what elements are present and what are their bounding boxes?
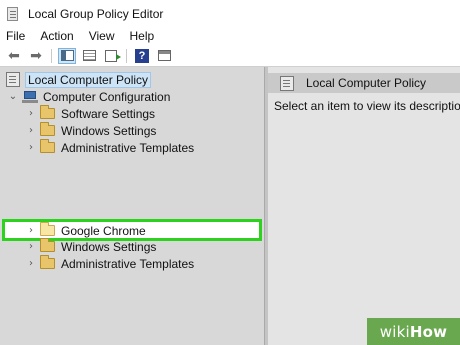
toolbar-separator xyxy=(126,48,127,63)
export-list-button[interactable] xyxy=(102,48,121,64)
toolbar: ⬅ ➡ ? xyxy=(0,45,460,67)
folder-icon xyxy=(40,222,55,236)
tree-item-local-computer-policy[interactable]: Local Computer Policy xyxy=(6,71,152,88)
folder-icon xyxy=(40,255,55,269)
help-button[interactable]: ? xyxy=(133,48,151,64)
tree-item-label: Windows Settings xyxy=(61,123,157,138)
back-button[interactable]: ⬅ xyxy=(5,48,23,64)
chevron-right-icon[interactable]: › xyxy=(26,258,36,269)
policy-icon xyxy=(6,72,20,87)
menu-action[interactable]: Action xyxy=(40,29,73,43)
console-tree-icon xyxy=(82,50,96,61)
tree-item-software-settings[interactable]: › Software Settings xyxy=(26,105,155,122)
tree-item-label: Google Chrome xyxy=(61,223,146,238)
menu-bar: File Action View Help xyxy=(0,27,460,45)
tree-item-administrative-templates[interactable]: › Administrative Templates xyxy=(26,139,194,156)
tree-item-administrative-templates[interactable]: › Administrative Templates xyxy=(26,255,194,272)
toolbar-separator xyxy=(51,48,52,63)
menu-view[interactable]: View xyxy=(89,29,115,43)
policy-editor-app-icon xyxy=(6,6,20,21)
chevron-down-icon[interactable]: ⌄ xyxy=(8,91,18,102)
details-header-title: Local Computer Policy xyxy=(306,76,427,90)
folder-icon xyxy=(40,238,55,252)
properties-icon xyxy=(157,50,171,61)
help-icon: ? xyxy=(135,48,149,63)
tree-item-label: Computer Configuration xyxy=(43,89,171,104)
watermark-wiki: wiki xyxy=(379,322,410,341)
chevron-right-icon[interactable]: › xyxy=(26,241,36,252)
menu-file[interactable]: File xyxy=(6,29,25,43)
details-pane: Local Computer Policy Select an item to … xyxy=(268,67,460,345)
chevron-right-icon[interactable]: › xyxy=(26,225,36,236)
properties-button[interactable] xyxy=(155,48,173,64)
policy-icon xyxy=(280,75,294,91)
computer-icon xyxy=(22,90,38,103)
tree-item-computer-configuration[interactable]: ⌄ Computer Configuration xyxy=(8,88,171,105)
export-list-icon xyxy=(105,49,121,62)
show-hide-tree-button[interactable] xyxy=(58,47,76,64)
tree-item-label: Local Computer Policy xyxy=(25,71,152,88)
console-tree-pane: Local Computer Policy ⌄ Computer Configu… xyxy=(0,67,264,345)
forward-arrow-icon: ➡ xyxy=(30,47,42,64)
wikihow-watermark: wiki How xyxy=(367,318,460,345)
folder-icon xyxy=(40,139,55,153)
chevron-right-icon[interactable]: › xyxy=(26,125,36,136)
details-header: Local Computer Policy xyxy=(268,73,460,93)
menu-help[interactable]: Help xyxy=(130,29,155,43)
folder-icon xyxy=(40,105,55,119)
tree-item-label: Software Settings xyxy=(61,106,156,121)
chevron-right-icon[interactable]: › xyxy=(26,108,36,119)
details-description: Select an item to view its description xyxy=(274,99,460,113)
show-hide-tree-icon xyxy=(60,50,74,61)
tree-item-windows-settings[interactable]: › Windows Settings xyxy=(26,122,156,139)
tree-item-label: Administrative Templates xyxy=(61,140,195,155)
tree-item-windows-settings[interactable]: › Windows Settings xyxy=(26,238,156,255)
tree-item-label: Administrative Templates xyxy=(61,256,195,271)
forward-button[interactable]: ➡ xyxy=(27,48,45,64)
folder-icon xyxy=(40,122,55,136)
title-bar: Local Group Policy Editor xyxy=(0,0,460,27)
tree-item-label: Windows Settings xyxy=(61,239,157,254)
watermark-how: How xyxy=(409,322,448,341)
tree-item-google-chrome[interactable]: › Google Chrome xyxy=(26,222,146,239)
chevron-right-icon[interactable]: › xyxy=(26,142,36,153)
window-title: Local Group Policy Editor xyxy=(28,6,164,21)
console-tree-button[interactable] xyxy=(80,48,98,64)
back-arrow-icon: ⬅ xyxy=(8,47,20,64)
